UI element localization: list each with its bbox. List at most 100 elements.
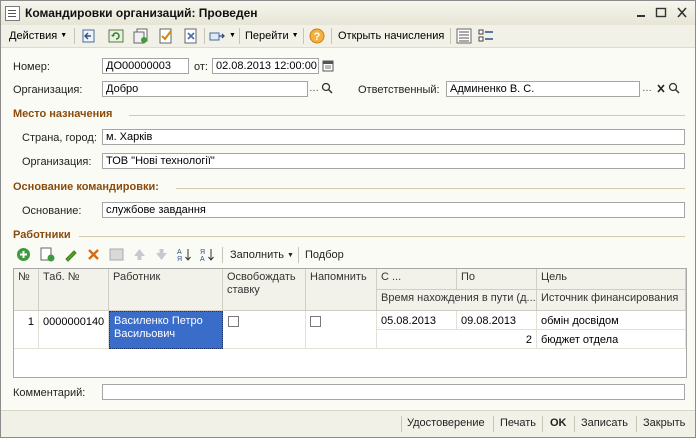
responsible-label: Ответственный:	[358, 84, 440, 96]
basis-field[interactable]: службове завдання	[102, 202, 685, 218]
column-header-tab-no[interactable]: Таб. №	[39, 269, 109, 311]
help-icon[interactable]: ?	[309, 28, 325, 44]
refresh-icon[interactable]	[108, 28, 124, 44]
toolbar-separator	[204, 28, 205, 44]
ellipsis-select-icon[interactable]: …	[641, 82, 653, 96]
section-divider	[79, 236, 685, 237]
ellipsis-select-icon[interactable]: …	[308, 82, 320, 96]
basis-label: Основание:	[22, 205, 82, 217]
toolbar-separator	[74, 28, 75, 44]
delete-row-icon[interactable]	[86, 247, 101, 262]
svg-text:A: A	[200, 256, 205, 262]
column-header-time-in-transit[interactable]: Время нахождения в пути (д...	[377, 290, 537, 311]
column-header-worker[interactable]: Работник	[109, 269, 223, 311]
destination-section-title: Место назначения	[13, 108, 113, 120]
add-row-icon[interactable]	[16, 247, 31, 262]
toolbar: Действия ▼ ▼ Перейти ▼ ? Открыть начисле…	[1, 25, 695, 48]
close-button[interactable]: Закрыть	[643, 417, 685, 429]
footer-separator	[401, 416, 402, 432]
toolbar-separator	[331, 28, 332, 44]
column-header-release-rate[interactable]: Освобождать ставку	[223, 269, 306, 311]
select-button[interactable]: Подбор	[305, 249, 344, 261]
cell-worker[interactable]: Василенко Петро Васильович	[109, 311, 223, 349]
column-header-no[interactable]: №	[14, 269, 39, 311]
date-field[interactable]: 02.08.2013 12:00:00	[212, 58, 319, 74]
edit-row-icon[interactable]	[63, 247, 78, 262]
cell-no[interactable]: 1	[14, 311, 39, 349]
close-icon[interactable]	[675, 6, 689, 19]
column-header-to[interactable]: По	[457, 269, 537, 290]
organization-label: Организация:	[13, 84, 83, 96]
footer-separator	[493, 416, 494, 432]
open-accruals-button[interactable]: Открыть начисления	[338, 28, 444, 44]
svg-text:Я: Я	[177, 256, 182, 262]
document-window: Командировки организаций: Проведен Дейст…	[0, 0, 696, 438]
sort-descending-icon[interactable]: ЯA	[200, 247, 215, 263]
clear-icon[interactable]	[655, 82, 667, 96]
comment-field[interactable]	[102, 384, 685, 400]
ok-button[interactable]: OK	[550, 417, 567, 429]
organization-field[interactable]: Добро	[102, 81, 308, 97]
actions-menu[interactable]: Действия ▼	[9, 28, 67, 44]
svg-text:A: A	[177, 249, 182, 256]
cell-time-in-transit[interactable]: 2	[377, 330, 537, 349]
svg-text:Я: Я	[200, 249, 205, 256]
document-icon	[5, 6, 20, 21]
title-bar: Командировки организаций: Проведен	[1, 1, 695, 26]
cell-from[interactable]: 05.08.2013	[377, 311, 457, 330]
cell-funding-source[interactable]: бюджет отдела	[537, 330, 686, 349]
minimize-icon[interactable]	[634, 6, 648, 19]
sort-ascending-icon[interactable]: AЯ	[177, 247, 192, 263]
column-header-goal[interactable]: Цель	[537, 269, 686, 290]
search-icon[interactable]	[668, 82, 680, 96]
actions-menu-label: Действия	[9, 30, 58, 42]
cell-remind[interactable]	[306, 311, 377, 349]
copy-document-icon[interactable]	[133, 28, 149, 44]
list-view-icon[interactable]	[456, 28, 472, 44]
cell-tab-no[interactable]: 0000000140	[39, 311, 109, 349]
structure-dropdown[interactable]: ▼	[226, 28, 236, 44]
number-field[interactable]: ДО00000003	[102, 58, 189, 74]
footer-separator	[574, 416, 575, 432]
column-header-remind[interactable]: Напомнить	[306, 269, 377, 311]
column-header-from[interactable]: С ...	[377, 269, 457, 290]
window-title: Командировки организаций: Проведен	[25, 6, 258, 20]
country-city-field[interactable]: м. Харків	[102, 129, 685, 145]
destination-organization-field[interactable]: ТОВ "Нові технології"	[102, 153, 685, 169]
date-from-label: от:	[194, 61, 208, 73]
maximize-icon[interactable]	[654, 6, 668, 19]
column-header-funding-source[interactable]: Источник финансирования	[537, 290, 686, 311]
responsible-field[interactable]: Админенко В. С.	[446, 81, 640, 97]
cell-release-rate[interactable]	[223, 311, 306, 349]
certificate-button[interactable]: Удостоверение	[407, 417, 485, 429]
print-button[interactable]: Печать	[500, 417, 536, 429]
caret-down-icon: ▼	[291, 32, 299, 40]
toolbar-separator	[222, 247, 223, 263]
caret-down-icon: ▼	[229, 32, 236, 40]
checklist-icon[interactable]	[478, 28, 494, 44]
section-divider	[129, 115, 685, 116]
workers-table[interactable]: № Таб. № Работник Освобождать ставку Нап…	[13, 268, 687, 378]
fill-menu[interactable]: Заполнить ▼	[230, 249, 294, 261]
toolbar-separator	[298, 247, 299, 263]
footer-separator	[542, 416, 543, 432]
caret-down-icon: ▼	[287, 251, 294, 259]
post-document-icon[interactable]	[158, 28, 174, 44]
cell-to[interactable]: 09.08.2013	[457, 311, 537, 330]
save-button[interactable]: Записать	[581, 417, 628, 429]
svg-text:?: ?	[314, 31, 321, 43]
remind-checkbox[interactable]	[310, 316, 321, 327]
calendar-icon[interactable]	[322, 59, 334, 73]
structure-icon[interactable]	[209, 28, 225, 44]
footer-bar: Удостоверение Печать OK Записать Закрыть	[1, 410, 695, 437]
post-and-close-icon[interactable]	[81, 28, 97, 44]
cell-goal[interactable]: обмін досвідом	[537, 311, 686, 330]
goto-menu[interactable]: Перейти ▼	[245, 28, 299, 44]
unpost-document-icon[interactable]	[183, 28, 199, 44]
toolbar-separator	[303, 28, 304, 44]
search-icon[interactable]	[321, 82, 333, 96]
release-rate-checkbox[interactable]	[228, 316, 239, 327]
basis-section-title: Основание командировки:	[13, 181, 159, 193]
footer-separator	[636, 416, 637, 432]
copy-row-icon[interactable]	[40, 247, 55, 262]
